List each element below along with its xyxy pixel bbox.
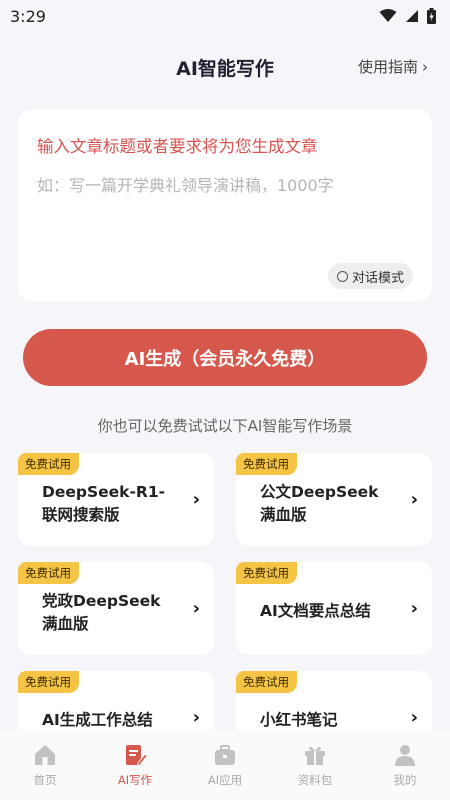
chat-mode-toggle[interactable]: 对话模式 (327, 263, 413, 289)
wifi-icon (379, 9, 397, 22)
scenario-card-party-gov[interactable]: 免费试用 党政DeepSeek 满血版 › (18, 562, 214, 655)
status-icons (379, 8, 436, 24)
chevron-right-icon: › (192, 598, 200, 619)
input-placeholder: 如：写一篇开学典礼领导演讲稿，1000字 (37, 176, 334, 195)
toolbox-icon (215, 745, 235, 765)
bottom-tab-bar: 首页 AI写作 AI应用 资料包 我的 (0, 730, 450, 800)
chevron-right-icon: › (410, 489, 418, 510)
scenario-hint: 你也可以免费试试以下AI智能写作场景 (97, 417, 353, 435)
chevron-right-icon: › (410, 707, 418, 728)
write-icon (126, 745, 148, 767)
card-label: 小红书笔记 (260, 711, 338, 729)
generate-button[interactable]: AI生成（会员永久免费） (23, 329, 427, 386)
card-label: AI生成工作总结 (42, 711, 153, 729)
status-time: 3:29 (10, 6, 46, 26)
free-trial-badge: 免费试用 (236, 453, 297, 475)
tab-ai-apps[interactable]: AI应用 (180, 730, 270, 800)
chat-mode-label: 对话模式 (351, 270, 404, 286)
scenario-card-doc-summary[interactable]: 免费试用 AI文档要点总结 › (236, 562, 432, 655)
chevron-right-icon: › (192, 489, 200, 510)
free-trial-badge: 免费试用 (236, 562, 297, 584)
chevron-right-icon: › (410, 598, 418, 619)
card-label: 党政DeepSeek 满血版 (42, 592, 161, 633)
guide-label: 使用指南 (357, 58, 418, 76)
card-label: DeepSeek-R1- 联网搜索版 (42, 483, 166, 524)
guide-link[interactable]: 使用指南 › (358, 56, 428, 77)
chevron-right-icon: › (422, 57, 428, 76)
free-trial-badge: 免费试用 (18, 562, 79, 584)
page-header: AI智能写作 使用指南 › (0, 46, 450, 86)
battery-icon (427, 8, 436, 24)
free-trial-badge: 免费试用 (236, 671, 297, 693)
free-trial-badge: 免费试用 (18, 671, 79, 693)
tab-ai-writing[interactable]: AI写作 (90, 730, 180, 800)
tab-mine[interactable]: 我的 (360, 730, 450, 800)
card-label: AI文档要点总结 (260, 602, 371, 620)
free-trial-badge: 免费试用 (18, 453, 79, 475)
card-label: 公文DeepSeek 满血版 (260, 483, 379, 524)
scenario-card-deepseek-r1[interactable]: 免费试用 DeepSeek-R1- 联网搜索版 › (18, 453, 214, 546)
input-prompt: 输入文章标题或者要求将为您生成文章 (37, 137, 318, 156)
tab-resources[interactable]: 资料包 (270, 730, 360, 800)
person-icon (395, 745, 415, 766)
home-icon (35, 745, 55, 765)
gift-icon (305, 746, 325, 765)
status-bar: 3:29 (0, 0, 450, 32)
tab-home[interactable]: 首页 (0, 730, 90, 800)
scenario-card-official-doc[interactable]: 免费试用 公文DeepSeek 满血版 › (236, 453, 432, 546)
chevron-right-icon: › (192, 707, 200, 728)
signal-icon (406, 10, 418, 22)
radio-icon (336, 270, 348, 282)
article-input-area[interactable]: 输入文章标题或者要求将为您生成文章 如：写一篇开学典礼领导演讲稿，1000字 对… (18, 109, 432, 301)
